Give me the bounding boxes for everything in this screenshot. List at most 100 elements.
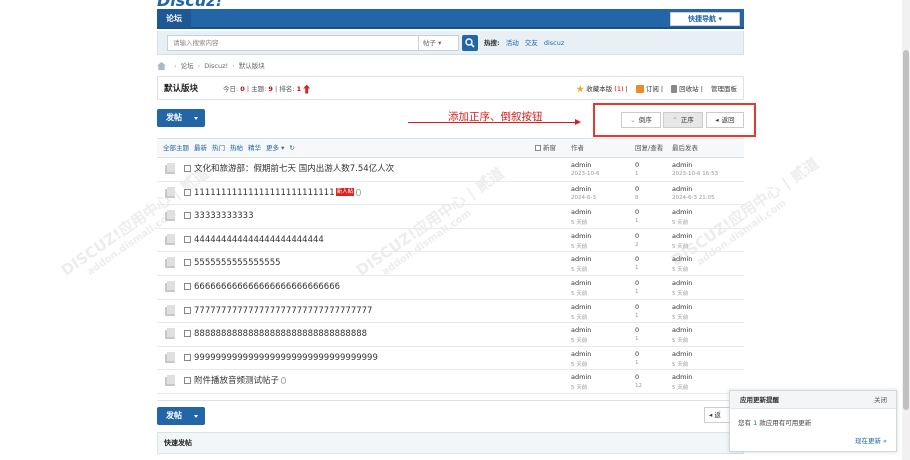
thread-checkbox[interactable] (184, 330, 191, 338)
refresh-icon[interactable]: ↻ (289, 144, 294, 152)
table-row[interactable]: 33333333333 admin 5 天前 0 1 admin 5 天前 (157, 205, 744, 229)
thread-title[interactable]: 666666666666666666666666666 (184, 276, 340, 299)
last-post-time[interactable]: 5 天前 (672, 360, 688, 368)
recycle-bin-link[interactable]: 回收站 (671, 85, 699, 93)
thread-tag: 新人帖 (335, 188, 355, 197)
last-post-time[interactable]: 2024-6-3 21:05 (672, 195, 715, 201)
thread-checkbox[interactable] (184, 377, 191, 385)
nav-tab-forum[interactable]: 论坛 (157, 9, 191, 28)
thread-checkbox[interactable] (184, 283, 191, 290)
table-row[interactable]: 附件播放音频测试帖子 admin 5 天前 0 12 admin 5 天前 (157, 370, 744, 394)
thread-checkbox[interactable] (184, 259, 191, 267)
table-row[interactable]: 5555555555555555 admin 5 天前 0 1 admin 5 天前 (157, 252, 744, 276)
last-post-time[interactable]: 5 天前 (672, 265, 688, 273)
last-post-user[interactable]: admin (672, 185, 692, 193)
table-row[interactable]: 88888888888888888888888888888888 admin 5 天… (157, 323, 744, 347)
site-logo[interactable]: Discuz! (157, 0, 744, 9)
manage-panel-link[interactable]: 管理面板 (711, 85, 737, 93)
thread-title[interactable]: 附件播放音频测试帖子 (184, 370, 287, 393)
filter-more[interactable]: 更多 ▾ (266, 144, 284, 152)
thread-title[interactable]: 5555555555555555 (184, 252, 281, 275)
filter-latest[interactable]: 最新 (194, 144, 207, 152)
new-window-toggle[interactable]: 新窗 (535, 139, 556, 157)
last-post-user[interactable]: admin (672, 161, 692, 169)
thread-author[interactable]: admin (571, 373, 591, 381)
breadcrumb-item[interactable]: 论坛 (181, 62, 194, 70)
last-post-user[interactable]: admin (672, 279, 692, 287)
table-row[interactable]: 444444444444444444444444 admin 5 天前 0 2 admin… (157, 229, 744, 253)
thread-title[interactable]: 444444444444444444444444 (184, 229, 324, 252)
back-button[interactable]: ◂ 返回 (706, 112, 744, 128)
search-input[interactable]: 请输入搜索内容 (167, 35, 419, 51)
thread-checkbox[interactable] (184, 165, 191, 172)
hot-search-link[interactable]: 活动 (506, 39, 519, 47)
thread-author[interactable]: admin (571, 255, 591, 263)
last-post-user[interactable]: admin (672, 208, 692, 216)
new-post-button-bottom[interactable]: 发帖 (157, 407, 205, 425)
column-last-post: 最后发表 (672, 144, 698, 152)
thread-author[interactable]: admin (571, 232, 591, 240)
thread-title[interactable]: 88888888888888888888888888888888 (184, 323, 367, 346)
thread-title[interactable]: 文化和旅游部：假期前七天 国内出游人数7.54亿人次 (184, 158, 394, 181)
last-post-time[interactable]: 5 天前 (672, 313, 688, 321)
thread-author[interactable]: admin (571, 326, 591, 334)
last-post-user[interactable]: admin (672, 255, 692, 263)
last-post-user[interactable]: admin (672, 373, 692, 381)
filter-digest[interactable]: 精华 (248, 144, 261, 152)
breadcrumb-item[interactable]: 默认版块 (239, 62, 265, 70)
thread-checkbox[interactable] (184, 353, 191, 361)
last-post-user[interactable]: admin (672, 303, 692, 311)
last-post-user[interactable]: admin (672, 232, 692, 240)
hot-search-link[interactable]: discuz (544, 39, 564, 47)
last-post-time[interactable]: 5 天前 (672, 218, 688, 226)
thread-author[interactable]: admin (571, 185, 591, 193)
scrollbar[interactable] (902, 0, 910, 460)
thread-checkbox[interactable] (184, 235, 191, 243)
favorite-forum-link[interactable]: 收藏本版 (1) (576, 85, 624, 93)
thread-author[interactable]: admin (571, 350, 591, 358)
home-icon[interactable] (157, 62, 166, 70)
sort-asc-button[interactable]: ⌃ 正序 (663, 112, 703, 128)
filter-hot[interactable]: 热门 (212, 144, 225, 152)
last-post-time[interactable]: 5 天前 (672, 289, 688, 297)
thread-author[interactable]: admin (571, 303, 591, 311)
thread-title[interactable]: 11111111111111111111111111 新人帖 (184, 182, 362, 205)
filter-hot-posts[interactable]: 热帖 (230, 144, 243, 152)
thread-title[interactable]: 777777777777777777777777777777777 (184, 300, 372, 323)
last-post-time[interactable]: 2023-10-6 16:53 (672, 171, 718, 177)
table-row[interactable]: 11111111111111111111111111 新人帖 admin 2024-6… (157, 182, 744, 206)
filter-all[interactable]: 全部主题 (163, 144, 189, 152)
thread-title[interactable]: 9999999999999999999999999999999999 (184, 347, 378, 370)
search-type-select[interactable]: 帖子 ▾ (419, 35, 459, 51)
sort-desc-button[interactable]: ⌄ 倒序 (621, 112, 661, 128)
thread-date: 5 天前 (571, 385, 588, 392)
last-post-time[interactable]: 5 天前 (672, 383, 688, 391)
thread-views: 8 (635, 194, 639, 201)
table-row[interactable]: 文化和旅游部：假期前七天 国内出游人数7.54亿人次 admin 2023-10-6… (157, 158, 744, 182)
table-row[interactable]: 9999999999999999999999999999999999 admin 5… (157, 347, 744, 371)
new-post-button[interactable]: 发帖 (157, 109, 205, 127)
scrollbar-thumb[interactable] (903, 50, 909, 410)
breadcrumb-item[interactable]: Discuz! (204, 62, 228, 70)
table-row[interactable]: 777777777777777777777777777777777 admin 5 … (157, 300, 744, 324)
table-row[interactable]: 666666666666666666666666666 admin 5 天前 0 1 ad… (157, 276, 744, 300)
thread-title[interactable]: 33333333333 (184, 205, 254, 228)
thread-checkbox[interactable] (184, 212, 191, 220)
hot-search-link[interactable]: 交友 (525, 39, 538, 47)
update-now-link[interactable]: 现在更新 » (855, 435, 887, 445)
last-post-user[interactable]: admin (672, 350, 692, 358)
notice-close-button[interactable]: 关闭 (874, 391, 887, 409)
subscribe-link[interactable]: 订阅 (635, 85, 659, 93)
thread-checkbox[interactable] (184, 188, 191, 196)
search-button[interactable] (462, 35, 478, 51)
thread-checkbox[interactable] (184, 306, 191, 314)
last-post-time[interactable]: 5 天前 (672, 336, 688, 344)
last-post-time[interactable]: 5 天前 (672, 242, 688, 250)
thread-author[interactable]: admin (571, 208, 591, 216)
thread-author[interactable]: admin (571, 161, 591, 169)
thread-author[interactable]: admin (571, 279, 591, 287)
new-window-checkbox[interactable] (535, 145, 541, 151)
last-post-user[interactable]: admin (672, 326, 692, 334)
quick-nav-button[interactable]: 快捷导航 ▾ (670, 12, 740, 26)
star-icon (576, 85, 585, 93)
